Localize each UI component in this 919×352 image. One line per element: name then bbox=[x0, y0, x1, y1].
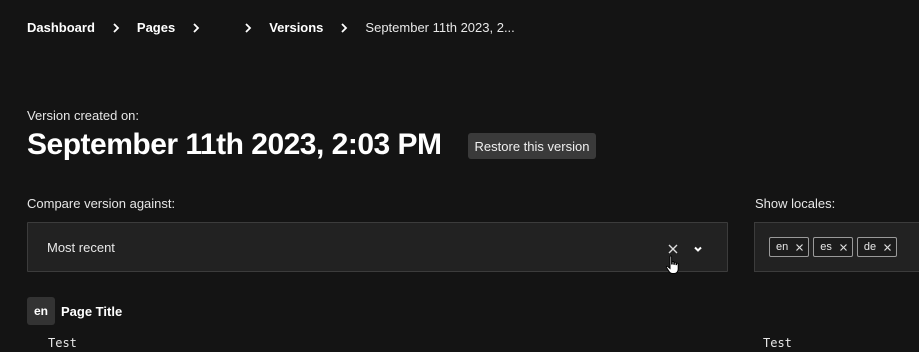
breadcrumb-versions[interactable]: Versions bbox=[269, 20, 323, 35]
locale-chip-de: de bbox=[856, 237, 898, 257]
locale-badge: en bbox=[27, 297, 55, 325]
field-title: Page Title bbox=[61, 304, 123, 319]
page-title: September 11th 2023, 2:03 PM bbox=[27, 128, 442, 161]
chevron-right-icon bbox=[241, 21, 255, 35]
chevron-down-icon[interactable] bbox=[692, 242, 704, 254]
close-icon[interactable] bbox=[839, 243, 848, 252]
compare-selected-value: Most recent bbox=[47, 240, 115, 255]
locale-chip-list: en es de bbox=[769, 237, 901, 257]
version-detail-page: Dashboard Pages Versions September 11th … bbox=[0, 0, 919, 352]
locale-chip-label: en bbox=[776, 241, 789, 253]
chevron-right-icon bbox=[189, 21, 203, 35]
restore-version-button[interactable]: Restore this version bbox=[467, 133, 597, 159]
version-created-label: Version created on: bbox=[27, 108, 140, 123]
close-icon[interactable] bbox=[795, 243, 804, 252]
breadcrumb: Dashboard Pages Versions September 11th … bbox=[27, 20, 515, 35]
breadcrumb-current: September 11th 2023, 2... bbox=[365, 20, 515, 35]
locale-chip-es: es bbox=[813, 237, 853, 257]
breadcrumb-dashboard[interactable]: Dashboard bbox=[27, 20, 95, 35]
chevron-right-icon bbox=[109, 21, 123, 35]
breadcrumb-pages[interactable]: Pages bbox=[137, 20, 175, 35]
chevron-right-icon bbox=[337, 21, 351, 35]
locale-chip-en: en bbox=[769, 237, 810, 257]
close-icon[interactable] bbox=[667, 242, 679, 254]
field-value-current: Test bbox=[763, 336, 792, 350]
field-value-previous: Test bbox=[48, 336, 77, 350]
title-row: September 11th 2023, 2:03 PM Restore thi… bbox=[27, 126, 597, 164]
locale-chip-label: de bbox=[863, 241, 877, 253]
locale-chip-label: es bbox=[820, 241, 832, 253]
close-icon[interactable] bbox=[883, 243, 892, 252]
locales-select[interactable]: en es de bbox=[754, 222, 919, 272]
compare-version-select[interactable]: Most recent bbox=[27, 222, 728, 272]
show-locales-label: Show locales: bbox=[755, 196, 836, 211]
compare-label: Compare version against: bbox=[27, 196, 176, 211]
hand-pointer-icon bbox=[665, 255, 681, 275]
